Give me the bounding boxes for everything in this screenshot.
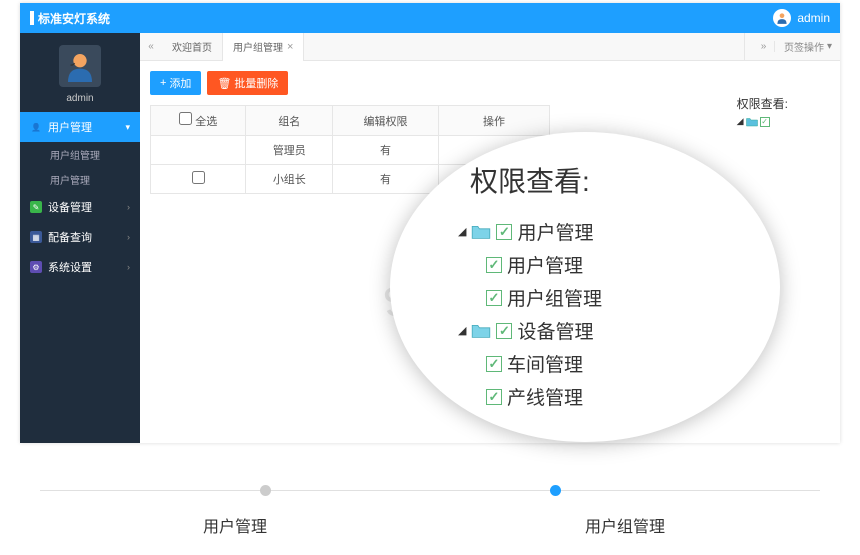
tree-label: 产线管理 <box>507 383 583 410</box>
sidebar-label: 用户管理 <box>48 119 92 135</box>
sidebar-item-query[interactable]: ▦ 配备查询 › <box>20 222 140 252</box>
checkbox-checked-icon[interactable]: ✓ <box>486 356 502 372</box>
table-header-row: 全选 组名 编辑权限 操作 <box>151 106 550 136</box>
title-badge-icon <box>30 11 34 25</box>
app-title: 标准安灯系统 <box>38 10 110 27</box>
timeline-label-right: 用户组管理 <box>430 513 820 537</box>
tab-ops-menu[interactable]: » 页签操作 ▾ <box>744 33 840 60</box>
tree-label: 用户管理 <box>507 251 583 278</box>
cell-name: 小组长 <box>246 165 333 194</box>
batch-delete-button[interactable]: 🗑 批量删除 <box>207 71 288 95</box>
folder-icon <box>471 323 491 339</box>
sidebar-item-device[interactable]: ✎ 设备管理 › <box>20 192 140 222</box>
triangle-icon: ◢ <box>737 116 744 127</box>
timeline-dot-active[interactable] <box>550 485 561 496</box>
tree-node-usergroup[interactable]: ✓ 用户组管理 <box>486 284 740 311</box>
tab-usergroup[interactable]: 用户组管理 × <box>223 33 304 61</box>
timeline-line <box>40 490 820 491</box>
bottom-nav: 用户管理 用户组管理 <box>40 490 820 537</box>
tree-node-user[interactable]: ✓ 用户管理 <box>486 251 740 278</box>
perm-tree-row: ◢ ✓ <box>737 116 788 127</box>
mag-title: 权限查看: <box>470 160 740 200</box>
sidebar-sub-user[interactable]: 用户管理 <box>20 167 140 192</box>
checkbox-checked-icon[interactable]: ✓ <box>496 323 512 339</box>
timeline-label-left: 用户管理 <box>40 513 430 537</box>
checkbox-icon: ✓ <box>760 117 770 127</box>
profile-block: admin <box>20 33 140 112</box>
th-select: 全选 <box>151 106 246 136</box>
del-label: 批量删除 <box>234 75 278 91</box>
th-name: 组名 <box>246 106 333 136</box>
th-perm: 编辑权限 <box>333 106 439 136</box>
checkbox-checked-icon[interactable]: ✓ <box>496 224 512 240</box>
tab-label: 欢迎首页 <box>172 39 212 54</box>
chevron-down-icon: ▾ <box>827 41 832 52</box>
tab-ops-label: 页签操作 <box>784 39 824 54</box>
triangle-icon: ◢ <box>458 225 466 238</box>
app-title-wrap: 标准安灯系统 <box>30 10 110 27</box>
folder-icon <box>746 117 758 127</box>
magnifier-content: 权限查看: ◢ ✓ 用户管理 ✓ 用户管理 ✓ 用户组管理 ◢ ✓ 设备管理 ✓… <box>390 132 780 442</box>
add-button[interactable]: + 添加 <box>150 71 201 95</box>
checkbox-checked-icon[interactable]: ✓ <box>486 290 502 306</box>
topbar-user[interactable]: admin <box>773 9 830 27</box>
tree-node-workshop[interactable]: ✓ 车间管理 <box>486 350 740 377</box>
sidebar-sub-usergroup[interactable]: 用户组管理 <box>20 142 140 167</box>
gear-icon: ⚙ <box>30 261 42 273</box>
plus-icon: + <box>160 77 166 89</box>
sidebar-label: 配备查询 <box>48 229 92 245</box>
sidebar-label: 系统设置 <box>48 259 92 275</box>
permission-panel: 权限查看: ◢ ✓ <box>737 95 788 127</box>
user-avatar-icon <box>773 9 791 27</box>
cell-perm: 有 <box>333 165 439 194</box>
timeline-dot-inactive[interactable] <box>260 485 271 496</box>
th-ops: 操作 <box>438 106 549 136</box>
trash-icon: 🗑 <box>217 77 231 90</box>
cell-name: 管理员 <box>246 136 333 165</box>
perm-title: 权限查看: <box>737 95 788 112</box>
query-icon: ▦ <box>30 231 42 243</box>
tree-node-devicemgmt[interactable]: ◢ ✓ 设备管理 <box>458 317 740 344</box>
checkbox-checked-icon[interactable]: ✓ <box>486 257 502 273</box>
chevron-down-icon: ▾ <box>125 122 130 133</box>
sidebar-item-users[interactable]: 👤 用户管理 ▾ <box>20 112 140 142</box>
profile-avatar-icon <box>59 45 101 87</box>
tab-prev-button[interactable]: « <box>140 41 162 52</box>
tab-next-button[interactable]: » <box>753 41 775 52</box>
add-label: 添加 <box>169 75 191 91</box>
topbar: 标准安灯系统 admin <box>20 3 840 33</box>
chevron-right-icon: › <box>127 262 130 272</box>
tree-node-usermgmt[interactable]: ◢ ✓ 用户管理 <box>458 218 740 245</box>
select-all-checkbox[interactable] <box>179 112 192 125</box>
tree-label: 车间管理 <box>507 350 583 377</box>
tree-label: 用户管理 <box>517 218 593 245</box>
timeline-labels: 用户管理 用户组管理 <box>40 513 820 537</box>
sidebar-label: 设备管理 <box>48 199 92 215</box>
close-icon[interactable]: × <box>287 41 293 53</box>
row-checkbox[interactable] <box>192 171 205 184</box>
tree-label: 用户组管理 <box>507 284 602 311</box>
magnifier-overlay: 权限查看: ◢ ✓ 用户管理 ✓ 用户管理 ✓ 用户组管理 ◢ ✓ 设备管理 ✓… <box>390 132 780 442</box>
device-icon: ✎ <box>30 201 42 213</box>
checkbox-checked-icon[interactable]: ✓ <box>486 389 502 405</box>
tabbar: « 欢迎首页 用户组管理 × » 页签操作 ▾ <box>140 33 840 61</box>
sidebar-item-settings[interactable]: ⚙ 系统设置 › <box>20 252 140 282</box>
tab-label: 用户组管理 <box>233 39 283 54</box>
folder-icon <box>471 224 491 240</box>
cell-perm: 有 <box>333 136 439 165</box>
chevron-right-icon: › <box>127 202 130 212</box>
profile-name: admin <box>20 93 140 104</box>
tree-node-line[interactable]: ✓ 产线管理 <box>486 383 740 410</box>
tab-home[interactable]: 欢迎首页 <box>162 33 223 61</box>
triangle-icon: ◢ <box>458 324 466 337</box>
chevron-right-icon: › <box>127 232 130 242</box>
tree-label: 设备管理 <box>517 317 593 344</box>
toolbar: + 添加 🗑 批量删除 <box>140 61 840 105</box>
sidebar: admin 👤 用户管理 ▾ 用户组管理 用户管理 ✎ 设备管理 › ▦ 配备查… <box>20 33 140 443</box>
username: admin <box>797 11 830 25</box>
users-icon: 👤 <box>30 121 42 133</box>
